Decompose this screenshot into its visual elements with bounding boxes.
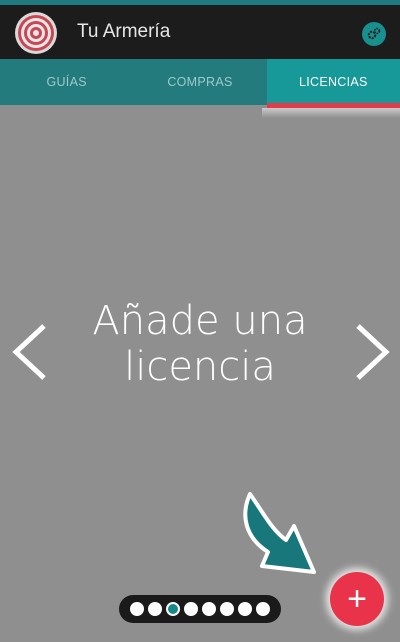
page-indicator [119,595,281,623]
app-bar: Tu Armería [0,5,400,59]
empty-state-line1: Añade una [92,298,308,344]
tab-label: COMPRAS [167,75,233,89]
page-dot[interactable] [166,602,180,616]
empty-state-message: Añade una licencia [0,298,400,390]
gear-icon [367,27,381,40]
page-dot[interactable] [238,602,252,616]
curved-arrow-icon [243,492,316,574]
page-dot[interactable] [148,602,162,616]
page-dot[interactable] [256,602,270,616]
target-icon [15,12,57,54]
tab-compras[interactable]: COMPRAS [133,59,266,105]
tab-label: GUÍAS [46,75,87,89]
add-license-button[interactable]: + [330,572,384,626]
settings-button[interactable] [362,22,386,46]
chevron-right-icon[interactable] [352,322,392,382]
tab-licencias[interactable]: LICENCIAS [266,59,400,108]
tab-bar: GUÍAS COMPRAS LICENCIAS [0,59,400,108]
page-dot[interactable] [220,602,234,616]
page-dot[interactable] [130,602,144,616]
app-title: Tu Armería [77,21,171,42]
tab-label: LICENCIAS [298,75,368,89]
tab-guias[interactable]: GUÍAS [0,59,133,105]
tab-highlight [262,108,400,118]
page-dot[interactable] [184,602,198,616]
empty-state-line2: licencia [124,344,276,390]
plus-icon: + [347,579,367,618]
page-dot[interactable] [202,602,216,616]
